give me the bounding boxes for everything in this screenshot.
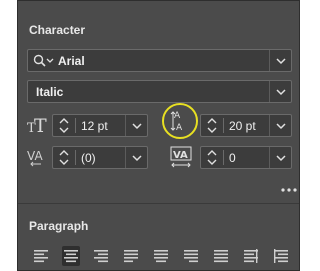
character-section-title: Character <box>29 23 86 37</box>
font-family-dropdown-button[interactable] <box>269 50 291 71</box>
tracking-icon: VA <box>170 145 194 174</box>
search-icon[interactable] <box>33 54 55 71</box>
justify-center-icon <box>154 250 168 263</box>
svg-text:A: A <box>176 123 183 133</box>
chevron-down-icon <box>132 155 142 162</box>
svg-text:VA: VA <box>27 149 43 163</box>
justify-left-icon <box>124 250 138 263</box>
section-divider <box>18 203 299 204</box>
align-left-icon <box>34 250 48 263</box>
font-size-field[interactable]: 12 pt <box>52 114 148 137</box>
leading-field[interactable]: 20 pt <box>200 114 292 137</box>
field-separator <box>223 118 224 133</box>
svg-text:VA: VA <box>173 150 188 161</box>
chevron-down-icon <box>276 155 286 162</box>
stepper-arrows-icon[interactable] <box>58 149 70 166</box>
kerning-field[interactable]: (0) <box>52 146 148 169</box>
stepper-arrows-icon[interactable] <box>206 149 218 166</box>
chevron-down-icon <box>276 123 286 130</box>
justify-left-button[interactable] <box>122 246 140 266</box>
field-separator <box>75 150 76 165</box>
field-separator <box>75 118 76 133</box>
svg-text:A: A <box>174 111 181 121</box>
paragraph-section-title: Paragraph <box>29 219 89 233</box>
font-style-field[interactable]: Italic <box>27 80 292 103</box>
font-size-dropdown-button[interactable] <box>125 115 147 136</box>
justify-center-button[interactable] <box>152 246 170 266</box>
chevron-down-icon <box>132 123 142 130</box>
font-style-value: Italic <box>36 85 64 99</box>
kerning-dropdown-button[interactable] <box>125 147 147 168</box>
justify-all-button[interactable] <box>212 246 230 266</box>
font-size-value: 12 pt <box>81 119 108 133</box>
align-center-button[interactable] <box>62 246 80 266</box>
align-away-spine-button[interactable] <box>272 246 290 266</box>
stepper-arrows-icon[interactable] <box>206 117 218 134</box>
align-away-spine-icon <box>274 249 288 263</box>
justify-all-icon <box>214 250 228 263</box>
font-family-value: Arial <box>58 54 85 68</box>
font-family-field[interactable]: Arial <box>27 49 292 72</box>
leading-value: 20 pt <box>229 119 256 133</box>
kerning-value: (0) <box>81 151 96 165</box>
tracking-value: 0 <box>229 151 236 165</box>
more-options-icon[interactable] <box>281 180 297 198</box>
tracking-dropdown-button[interactable] <box>269 147 291 168</box>
chevron-down-icon <box>276 58 286 65</box>
font-style-dropdown-button[interactable] <box>269 81 291 102</box>
align-center-icon <box>64 250 78 263</box>
kerning-icon: VA <box>27 146 49 173</box>
stepper-arrows-icon[interactable] <box>58 117 70 134</box>
align-right-icon <box>94 250 108 263</box>
font-size-icon: T T <box>27 115 49 140</box>
align-toward-spine-icon <box>244 249 258 263</box>
svg-text:T: T <box>34 115 47 135</box>
leading-icon: A A <box>160 101 200 146</box>
chevron-down-icon <box>276 89 286 96</box>
character-panel: Character Arial Italic T T 12 pt A A 20 … <box>17 0 300 271</box>
leading-dropdown-button[interactable] <box>269 115 291 136</box>
field-separator <box>223 150 224 165</box>
align-right-button[interactable] <box>92 246 110 266</box>
justify-right-button[interactable] <box>182 246 200 266</box>
justify-right-icon <box>184 250 198 263</box>
tracking-field[interactable]: 0 <box>200 146 292 169</box>
align-toward-spine-button[interactable] <box>242 246 260 266</box>
align-left-button[interactable] <box>32 246 50 266</box>
